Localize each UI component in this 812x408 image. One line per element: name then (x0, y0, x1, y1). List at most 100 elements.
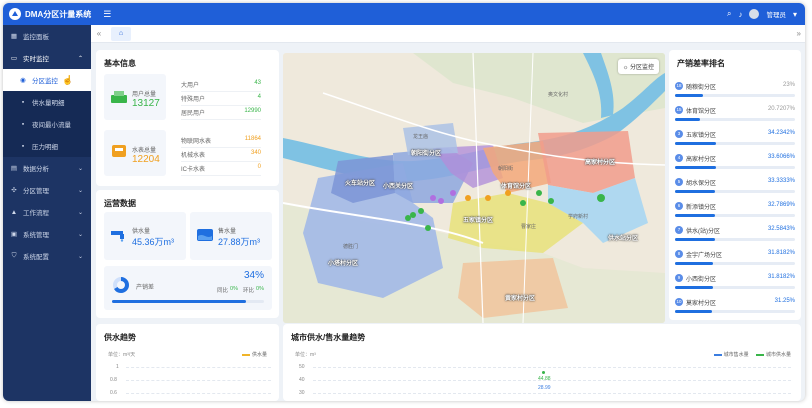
rank-value: 31.25% (774, 298, 795, 304)
ranking-row[interactable]: 15 体育馆分区 20.7207% (675, 104, 795, 127)
loss-value: 34% (243, 270, 264, 281)
ranking-row[interactable]: 7 供水(站)分区 32.5843% (675, 224, 795, 247)
ranking-row[interactable]: 18 随粮街分区 23% (675, 80, 795, 103)
rank-progress-bar (675, 238, 795, 241)
partition-map[interactable]: 朝阳街分区 火车站分区 小西关分区 体育馆分区 五家镇分区 高家村分区 供水站分… (283, 53, 665, 323)
search-icon[interactable]: ⌕ (727, 9, 731, 19)
bell-icon[interactable]: ♪ (738, 10, 742, 19)
place-label: 曹家庄 (521, 224, 537, 230)
stat-value: 12204 (132, 154, 160, 165)
sidebar-subitem-night-flow[interactable]: ▪ 夜间最小流量 (3, 113, 91, 135)
region-label: 高家村分区 (585, 160, 616, 166)
bulb-icon: ☼ (622, 65, 629, 71)
menu-toggle-icon[interactable]: ☰ (103, 9, 111, 20)
ranking-card: 产销差率排名 18 随粮街分区 23% 15 体育馆分区 20.7207% 3 五家镇分区 34… (669, 50, 801, 320)
rank-value: 34.2342% (767, 130, 795, 136)
mom-label: 环比 (242, 288, 254, 294)
sidebar-item-workflow[interactable]: ▲ 工作流程 ⌄ (3, 201, 91, 223)
donut-icon (113, 277, 129, 293)
ranking-row[interactable]: 10 莫家村分区 31.25% (675, 296, 795, 319)
sidebar-subitem-label: 分区监控 (32, 78, 58, 85)
legend-label: 供水量 (251, 352, 267, 358)
kv-row: IC卡水表 0 (181, 164, 261, 176)
ranking-row[interactable]: 3 五家镇分区 34.2342% (675, 128, 795, 151)
kv-row: 机械水表 340 (181, 150, 261, 162)
location-icon: ◉ (20, 77, 26, 84)
sidebar-subitem-supply-detail[interactable]: ▪ 供水量明细 (3, 91, 91, 113)
partition-icon: ✣ (11, 187, 17, 194)
operations-card: 运营数据 供水量 45.36万m³ 售水量 27.88万m³ 产销差 34% 同… (96, 190, 279, 318)
chevron-down-icon: ⌄ (77, 165, 83, 172)
ranking-row[interactable]: 9 小西街分区 31.8182% (675, 272, 795, 295)
ranking-row[interactable]: 8 金宇广场分区 31.8182% (675, 248, 795, 271)
y-tick: 0.6 (110, 390, 117, 396)
tabs-scroll-right-icon[interactable]: » (797, 29, 801, 38)
basic-info-card: 基本信息 用户总量 13127 大用户 43 特殊用户 4 居民用户 12990… (96, 50, 279, 186)
rank-value: 20.7207% (767, 106, 795, 112)
sidebar-item-analysis[interactable]: ▤ 数据分析 ⌄ (3, 157, 91, 179)
grid-line (313, 367, 791, 368)
rank-progress-fill (675, 238, 715, 241)
sidebar-item-dashboard[interactable]: ▦ 监控面板 (3, 25, 91, 47)
app-title: DMA分区计量系统 (25, 9, 92, 19)
rank-progress-fill (675, 190, 715, 193)
chevron-down-icon[interactable]: ▾ (793, 10, 797, 19)
ranking-row[interactable]: 5 胡水保分区 33.3333% (675, 176, 795, 199)
card-title: 城市供水/售水量趋势 (291, 333, 366, 342)
sidebar-item-partition[interactable]: ✣ 分区管理 ⌄ (3, 179, 91, 201)
legend-label: 城市售水量 (723, 352, 749, 358)
rank-name: 新添镇分区 (686, 205, 717, 211)
place-label: 学府新村 (568, 214, 589, 220)
ranking-row[interactable]: 4 高家村分区 33.6066% (675, 152, 795, 175)
rank-name: 高家村分区 (686, 157, 717, 163)
users-icon (111, 91, 127, 103)
sidebar-item-label: 分区管理 (23, 188, 49, 195)
region-label: 供水站分区 (608, 236, 639, 242)
top-bar: DMA分区计量系统 ☰ ⌕ ♪ 管理员 ▾ (3, 3, 805, 25)
region-label: 火车站分区 (345, 181, 376, 187)
kv-value: 11864 (244, 136, 261, 142)
sidebar-subitem-label: 夜间最小流量 (32, 122, 71, 129)
kv-label: IC卡水表 (181, 167, 206, 173)
rank-progress-fill (675, 94, 703, 97)
kv-row: 物联网水表 11864 (181, 136, 261, 148)
meter-total-box: 水表总量 12204 (104, 130, 166, 176)
kv-label: 特殊用户 (181, 97, 206, 103)
user-total-box: 用户总量 13127 (104, 74, 166, 120)
sidebar-item-system[interactable]: ▣ 系统管理 ⌄ (3, 223, 91, 245)
rank-progress-bar (675, 94, 795, 97)
data-label: 28.99 (538, 385, 551, 391)
rank-badge: 9 (675, 274, 683, 282)
sidebar-subitem-partition-monitor[interactable]: ◉ 分区监控 ☝ (3, 69, 91, 91)
loss-progress-bar (112, 300, 264, 303)
workflow-icon: ▲ (10, 208, 18, 216)
y-tick: 30 (299, 390, 305, 396)
rank-name: 五家镇分区 (686, 133, 717, 139)
partition-monitor-button[interactable]: ☼ 分区监控 (617, 59, 659, 74)
sidebar-subitem-label: 压力明细 (32, 144, 58, 151)
ranking-row[interactable]: 6 新添镇分区 32.7869% (675, 200, 795, 223)
tab-strip: « ⌂ » (91, 25, 805, 43)
data-label: 44.88 (538, 376, 551, 382)
tabs-scroll-left-icon[interactable]: « (91, 29, 107, 38)
rank-name: 体育馆分区 (686, 109, 717, 115)
city-trend-card: 城市供水/售水量趋势 单位：m³ 城市售水量 城市供水量 50 40 30 44… (283, 324, 801, 401)
sidebar-item-config[interactable]: ⛉ 系统配置 ⌄ (3, 245, 91, 267)
rank-badge: 6 (675, 202, 683, 210)
y-tick: 1 (116, 364, 119, 370)
sidebar-item-label: 实时监控 (23, 56, 49, 63)
user-name[interactable]: 管理员 (766, 9, 786, 19)
sidebar-item-realtime[interactable]: ▭ 实时监控 ⌃ (3, 47, 91, 69)
avatar[interactable] (749, 9, 760, 19)
kv-label: 物联网水表 (181, 139, 212, 145)
chart-icon: ▤ (10, 165, 18, 172)
y-tick: 50 (299, 364, 305, 370)
map-canvas (283, 53, 665, 323)
chevron-down-icon: ⌄ (77, 209, 83, 216)
sidebar-subitem-pressure-detail[interactable]: ▪ 压力明细 (3, 135, 91, 157)
rank-name: 胡水保分区 (686, 181, 717, 187)
region-label: 五家镇分区 (463, 218, 494, 224)
rank-value: 31.8182% (767, 274, 795, 280)
tab-home[interactable]: ⌂ (111, 26, 131, 41)
rank-value: 32.5843% (767, 226, 795, 232)
